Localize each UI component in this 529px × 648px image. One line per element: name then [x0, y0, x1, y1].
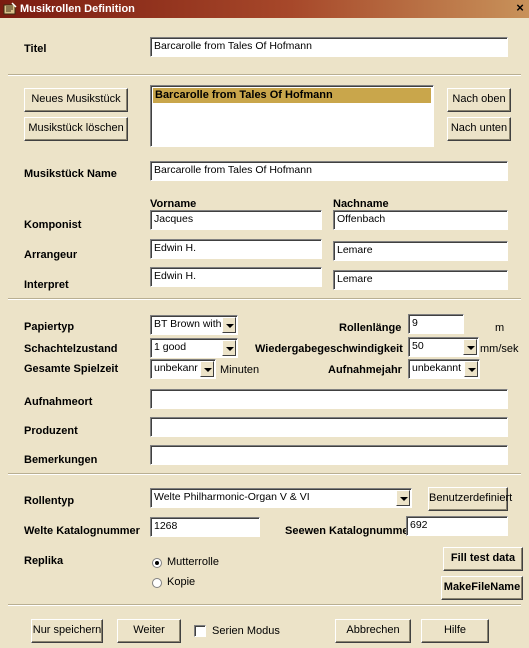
playback-speed-value: 50 — [412, 340, 424, 352]
arranger-last-input[interactable]: Lemare — [333, 241, 508, 261]
chevron-down-icon[interactable] — [200, 361, 214, 377]
piece-name-label: Musikstück Name — [24, 168, 117, 180]
arranger-first-input[interactable]: Edwin H. — [150, 239, 322, 259]
next-button[interactable]: Weiter — [117, 619, 181, 643]
separator — [8, 298, 521, 300]
chevron-down-icon[interactable] — [463, 339, 477, 355]
make-file-name-button[interactable]: MakeFileName — [441, 576, 523, 600]
welte-catalog-input[interactable]: 1268 — [150, 517, 260, 537]
playback-speed-label: Wiedergabegeschwindigkeit — [255, 343, 403, 355]
composer-label: Komponist — [24, 219, 82, 231]
roll-type-select[interactable]: Welte Philharmonic-Organ V & VI — [150, 488, 412, 508]
paper-type-select[interactable]: BT Brown with ti — [150, 315, 238, 335]
playback-speed-unit: mm/sek — [480, 343, 519, 355]
title-bar[interactable]: Musikrollen Definition × — [0, 0, 529, 18]
last-name-header: Nachname — [333, 198, 389, 210]
close-icon[interactable]: × — [513, 0, 527, 16]
roll-type-label: Rollentyp — [24, 495, 75, 507]
seewen-catalog-label: Seewen Katalognummer — [285, 525, 413, 537]
interpreter-first-input[interactable]: Edwin H. — [150, 267, 322, 287]
series-mode-label[interactable]: Serien Modus — [212, 625, 280, 637]
chevron-down-icon[interactable] — [222, 317, 236, 333]
playback-speed-select[interactable]: 50 — [408, 337, 479, 357]
producer-label: Produzent — [24, 425, 78, 437]
separator — [8, 74, 521, 76]
app-icon — [3, 2, 17, 15]
roll-length-unit: m — [495, 322, 505, 334]
arranger-label: Arrangeur — [24, 249, 78, 261]
remarks-label: Bemerkungen — [24, 454, 98, 466]
custom-button[interactable]: Benutzerdefiniert — [428, 487, 512, 511]
separator — [8, 473, 521, 475]
seewen-catalog-input[interactable]: 692 — [406, 516, 508, 536]
new-piece-button[interactable]: Neues Musikstück — [24, 88, 128, 112]
recording-year-value: unbekannt — [412, 362, 462, 374]
help-button[interactable]: Hilfe — [421, 619, 489, 643]
first-name-header: Vorname — [150, 198, 197, 210]
radio-kopie[interactable] — [152, 578, 162, 588]
window-title: Musikrollen Definition — [20, 3, 135, 15]
paper-type-label: Papiertyp — [24, 321, 75, 333]
chevron-down-icon[interactable] — [396, 490, 410, 506]
delete-piece-button[interactable]: Musikstück löschen — [24, 117, 128, 141]
replica-label: Replika — [24, 555, 64, 567]
welte-catalog-label: Welte Katalognummer — [24, 525, 140, 537]
titel-input[interactable]: Barcarolle from Tales Of Hofmann — [150, 37, 508, 57]
playtime-unit: Minuten — [220, 364, 260, 376]
chevron-down-icon[interactable] — [222, 340, 236, 356]
recording-place-input[interactable] — [150, 389, 508, 409]
radio-mutterrolle-label[interactable]: Mutterrolle — [167, 556, 219, 568]
titel-label: Titel — [24, 43, 47, 55]
move-up-button[interactable]: Nach oben — [447, 88, 511, 112]
series-mode-checkbox[interactable] — [194, 625, 206, 637]
save-only-button[interactable]: Nur speichern — [31, 619, 103, 643]
list-item-selected[interactable]: Barcarolle from Tales Of Hofmann — [153, 88, 431, 103]
piece-list[interactable]: Barcarolle from Tales Of Hofmann — [150, 85, 434, 147]
roll-type-value: Welte Philharmonic-Organ V & VI — [154, 491, 310, 503]
box-state-select[interactable]: 1 good — [150, 338, 238, 358]
fill-test-data-button[interactable]: Fill test data — [443, 547, 523, 571]
recording-year-select[interactable]: unbekannt — [408, 359, 480, 379]
playtime-label: Gesamte Spielzeit — [24, 363, 119, 375]
move-down-button[interactable]: Nach unten — [447, 117, 511, 141]
box-state-label: Schachtelzustand — [24, 343, 118, 355]
piece-name-input[interactable]: Barcarolle from Tales Of Hofmann — [150, 161, 508, 181]
interpreter-label: Interpret — [24, 279, 69, 291]
recording-place-label: Aufnahmeort — [24, 396, 93, 408]
chevron-down-icon[interactable] — [464, 361, 478, 377]
playtime-value: unbekanr — [154, 362, 198, 374]
box-state-value: 1 good — [154, 341, 187, 353]
radio-mutterrolle[interactable] — [152, 558, 162, 568]
composer-first-input[interactable]: Jacques — [150, 210, 322, 230]
producer-input[interactable] — [150, 417, 508, 437]
remarks-input[interactable] — [150, 445, 508, 465]
roll-length-input[interactable]: 9 — [408, 314, 464, 334]
interpreter-last-input[interactable]: Lemare — [333, 270, 508, 290]
cancel-button[interactable]: Abbrechen — [335, 619, 411, 643]
composer-last-input[interactable]: Offenbach — [333, 210, 508, 230]
radio-kopie-label[interactable]: Kopie — [167, 576, 195, 588]
roll-length-label: Rollenlänge — [339, 322, 402, 334]
recording-year-label: Aufnahmejahr — [328, 364, 402, 376]
paper-type-value: BT Brown with ti — [154, 318, 221, 330]
playtime-select[interactable]: unbekanr — [150, 359, 216, 379]
separator — [8, 604, 521, 606]
